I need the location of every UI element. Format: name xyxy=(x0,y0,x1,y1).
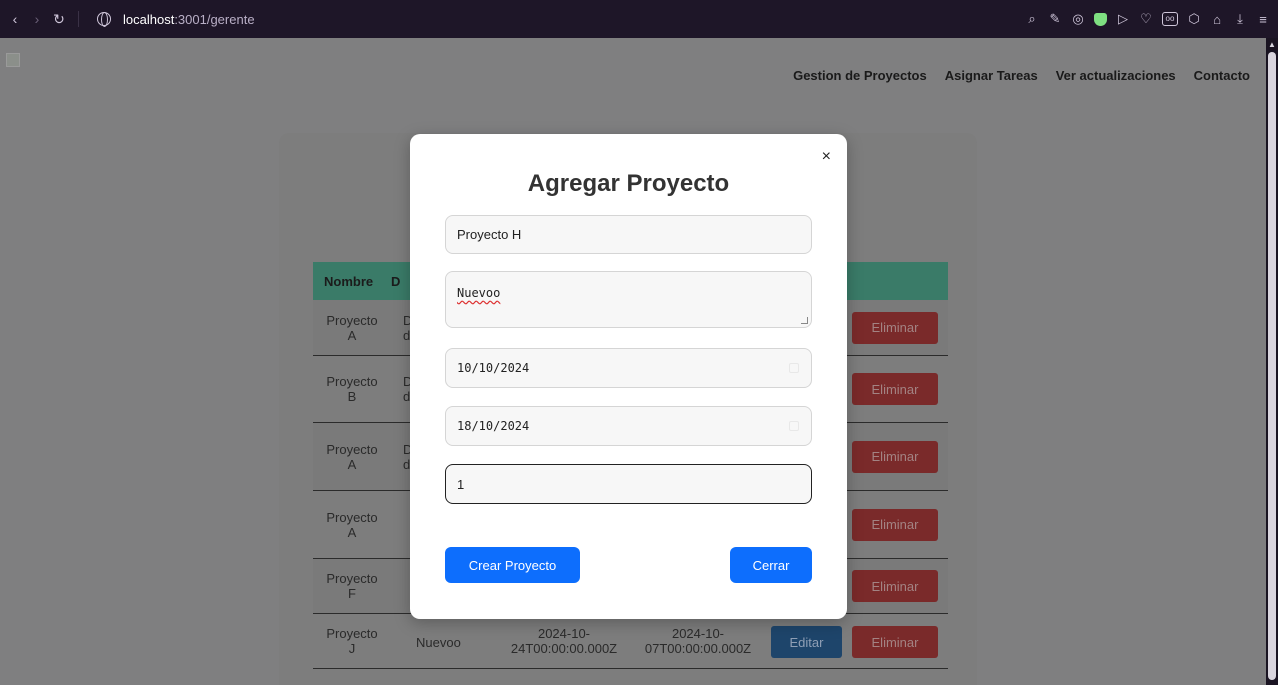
header-descripcion: D xyxy=(391,273,401,289)
scroll-up-icon[interactable]: ▲ xyxy=(1268,40,1276,50)
table-row: Proyecto J Nuevoo 2024-10- 24T00:00:00.000… xyxy=(313,614,948,669)
extension-icon[interactable]: oo xyxy=(1162,12,1178,26)
send-icon[interactable]: ▷ xyxy=(1116,11,1130,26)
delete-button[interactable]: Eliminar xyxy=(852,373,938,405)
row-actions: Eliminar xyxy=(852,440,938,473)
manager-id-value: 1 xyxy=(457,476,465,492)
profile-icon[interactable]: ⌂ xyxy=(1210,12,1224,27)
toolbar-separator xyxy=(78,11,79,27)
download-icon[interactable]: ⤓ xyxy=(1233,11,1247,26)
add-project-modal: × Agregar Proyecto Proyecto H Nuevoo 10/… xyxy=(410,134,847,619)
row-actions: Eliminar xyxy=(852,311,938,344)
nav-gestion-proyectos[interactable]: Gestion de Proyectos xyxy=(793,68,927,83)
broken-logo-icon xyxy=(6,53,20,67)
url-path: :3001/gerente xyxy=(174,11,255,27)
heart-icon[interactable]: ♡ xyxy=(1139,11,1153,26)
modal-title: Agregar Proyecto xyxy=(527,170,730,197)
calendar-icon[interactable] xyxy=(789,363,799,373)
back-icon[interactable]: ‹ xyxy=(4,8,26,30)
end-date-input[interactable]: 18/10/2024 xyxy=(445,406,812,446)
url-host: localhost xyxy=(123,11,175,27)
row-start-date: 2024-10- 24T00:00:00.000Z xyxy=(510,626,618,656)
scrollbar-thumb[interactable] xyxy=(1268,52,1276,680)
row-name: Proyecto A xyxy=(326,312,378,343)
delete-button[interactable]: Eliminar xyxy=(852,626,938,658)
menu-icon[interactable]: ≡ xyxy=(1256,12,1270,27)
delete-button[interactable]: Eliminar xyxy=(852,311,938,344)
close-icon[interactable]: × xyxy=(822,148,831,166)
start-date-input[interactable]: 10/10/2024 xyxy=(445,348,812,388)
row-actions: Eliminar xyxy=(852,373,938,405)
row-name: Proyecto J xyxy=(326,626,378,656)
browser-toolbar: ‹ › ↻ localhost:3001/gerente ⌕ ✎ ◎ ▷ ♡ o… xyxy=(0,0,1278,38)
manager-id-input[interactable]: 1 xyxy=(445,464,812,504)
delete-button[interactable]: Eliminar xyxy=(852,440,938,473)
search-icon[interactable]: ⌕ xyxy=(1025,11,1039,26)
row-name: Proyecto B xyxy=(326,374,378,404)
edit-icon[interactable]: ✎ xyxy=(1048,11,1062,26)
close-button[interactable]: Cerrar xyxy=(730,547,812,583)
row-actions: Eliminar xyxy=(852,508,938,541)
globe-icon xyxy=(97,12,111,27)
delete-button[interactable]: Eliminar xyxy=(852,570,938,602)
project-description-textarea[interactable]: Nuevoo xyxy=(445,271,812,328)
create-project-button[interactable]: Crear Proyecto xyxy=(445,547,580,583)
row-name: Proyecto A xyxy=(326,441,378,472)
start-date-value: 10/10/2024 xyxy=(457,361,530,375)
row-actions: Eliminar xyxy=(852,570,938,602)
row-actions: Editar Eliminar xyxy=(771,626,938,658)
calendar-icon[interactable] xyxy=(789,421,799,431)
delete-button[interactable]: Eliminar xyxy=(852,508,938,541)
top-navigation: Gestion de Proyectos Asignar Tareas Ver … xyxy=(793,68,1250,83)
project-name-value: Proyecto H xyxy=(457,227,522,242)
project-name-input[interactable]: Proyecto H xyxy=(445,215,812,254)
reload-icon[interactable]: ↻ xyxy=(48,8,70,30)
row-name: Proyecto A xyxy=(326,509,378,540)
browser-tools: ⌕ ✎ ◎ ▷ ♡ oo ⬡ ⌂ ⤓ ≡ xyxy=(1025,0,1270,38)
row-end-date: 2024-10- 07T00:00:00.000Z xyxy=(644,626,752,656)
resize-handle-icon[interactable] xyxy=(801,317,808,324)
row-desc: Nuevoo xyxy=(416,635,461,650)
header-nombre: Nombre xyxy=(324,273,374,289)
cube-icon[interactable]: ⬡ xyxy=(1187,11,1201,26)
shield-icon[interactable] xyxy=(1094,12,1107,26)
end-date-value: 18/10/2024 xyxy=(457,419,530,433)
screenshot-icon[interactable]: ◎ xyxy=(1071,11,1085,26)
edit-button[interactable]: Editar xyxy=(771,626,842,658)
nav-asignar-tareas[interactable]: Asignar Tareas xyxy=(945,68,1038,83)
row-name: Proyecto F xyxy=(326,571,378,601)
nav-contacto[interactable]: Contacto xyxy=(1194,68,1250,83)
address-bar[interactable]: localhost:3001/gerente xyxy=(97,12,255,27)
project-description-value: Nuevoo xyxy=(457,286,501,300)
nav-ver-actualizaciones[interactable]: Ver actualizaciones xyxy=(1056,68,1176,83)
forward-icon[interactable]: › xyxy=(26,8,48,30)
